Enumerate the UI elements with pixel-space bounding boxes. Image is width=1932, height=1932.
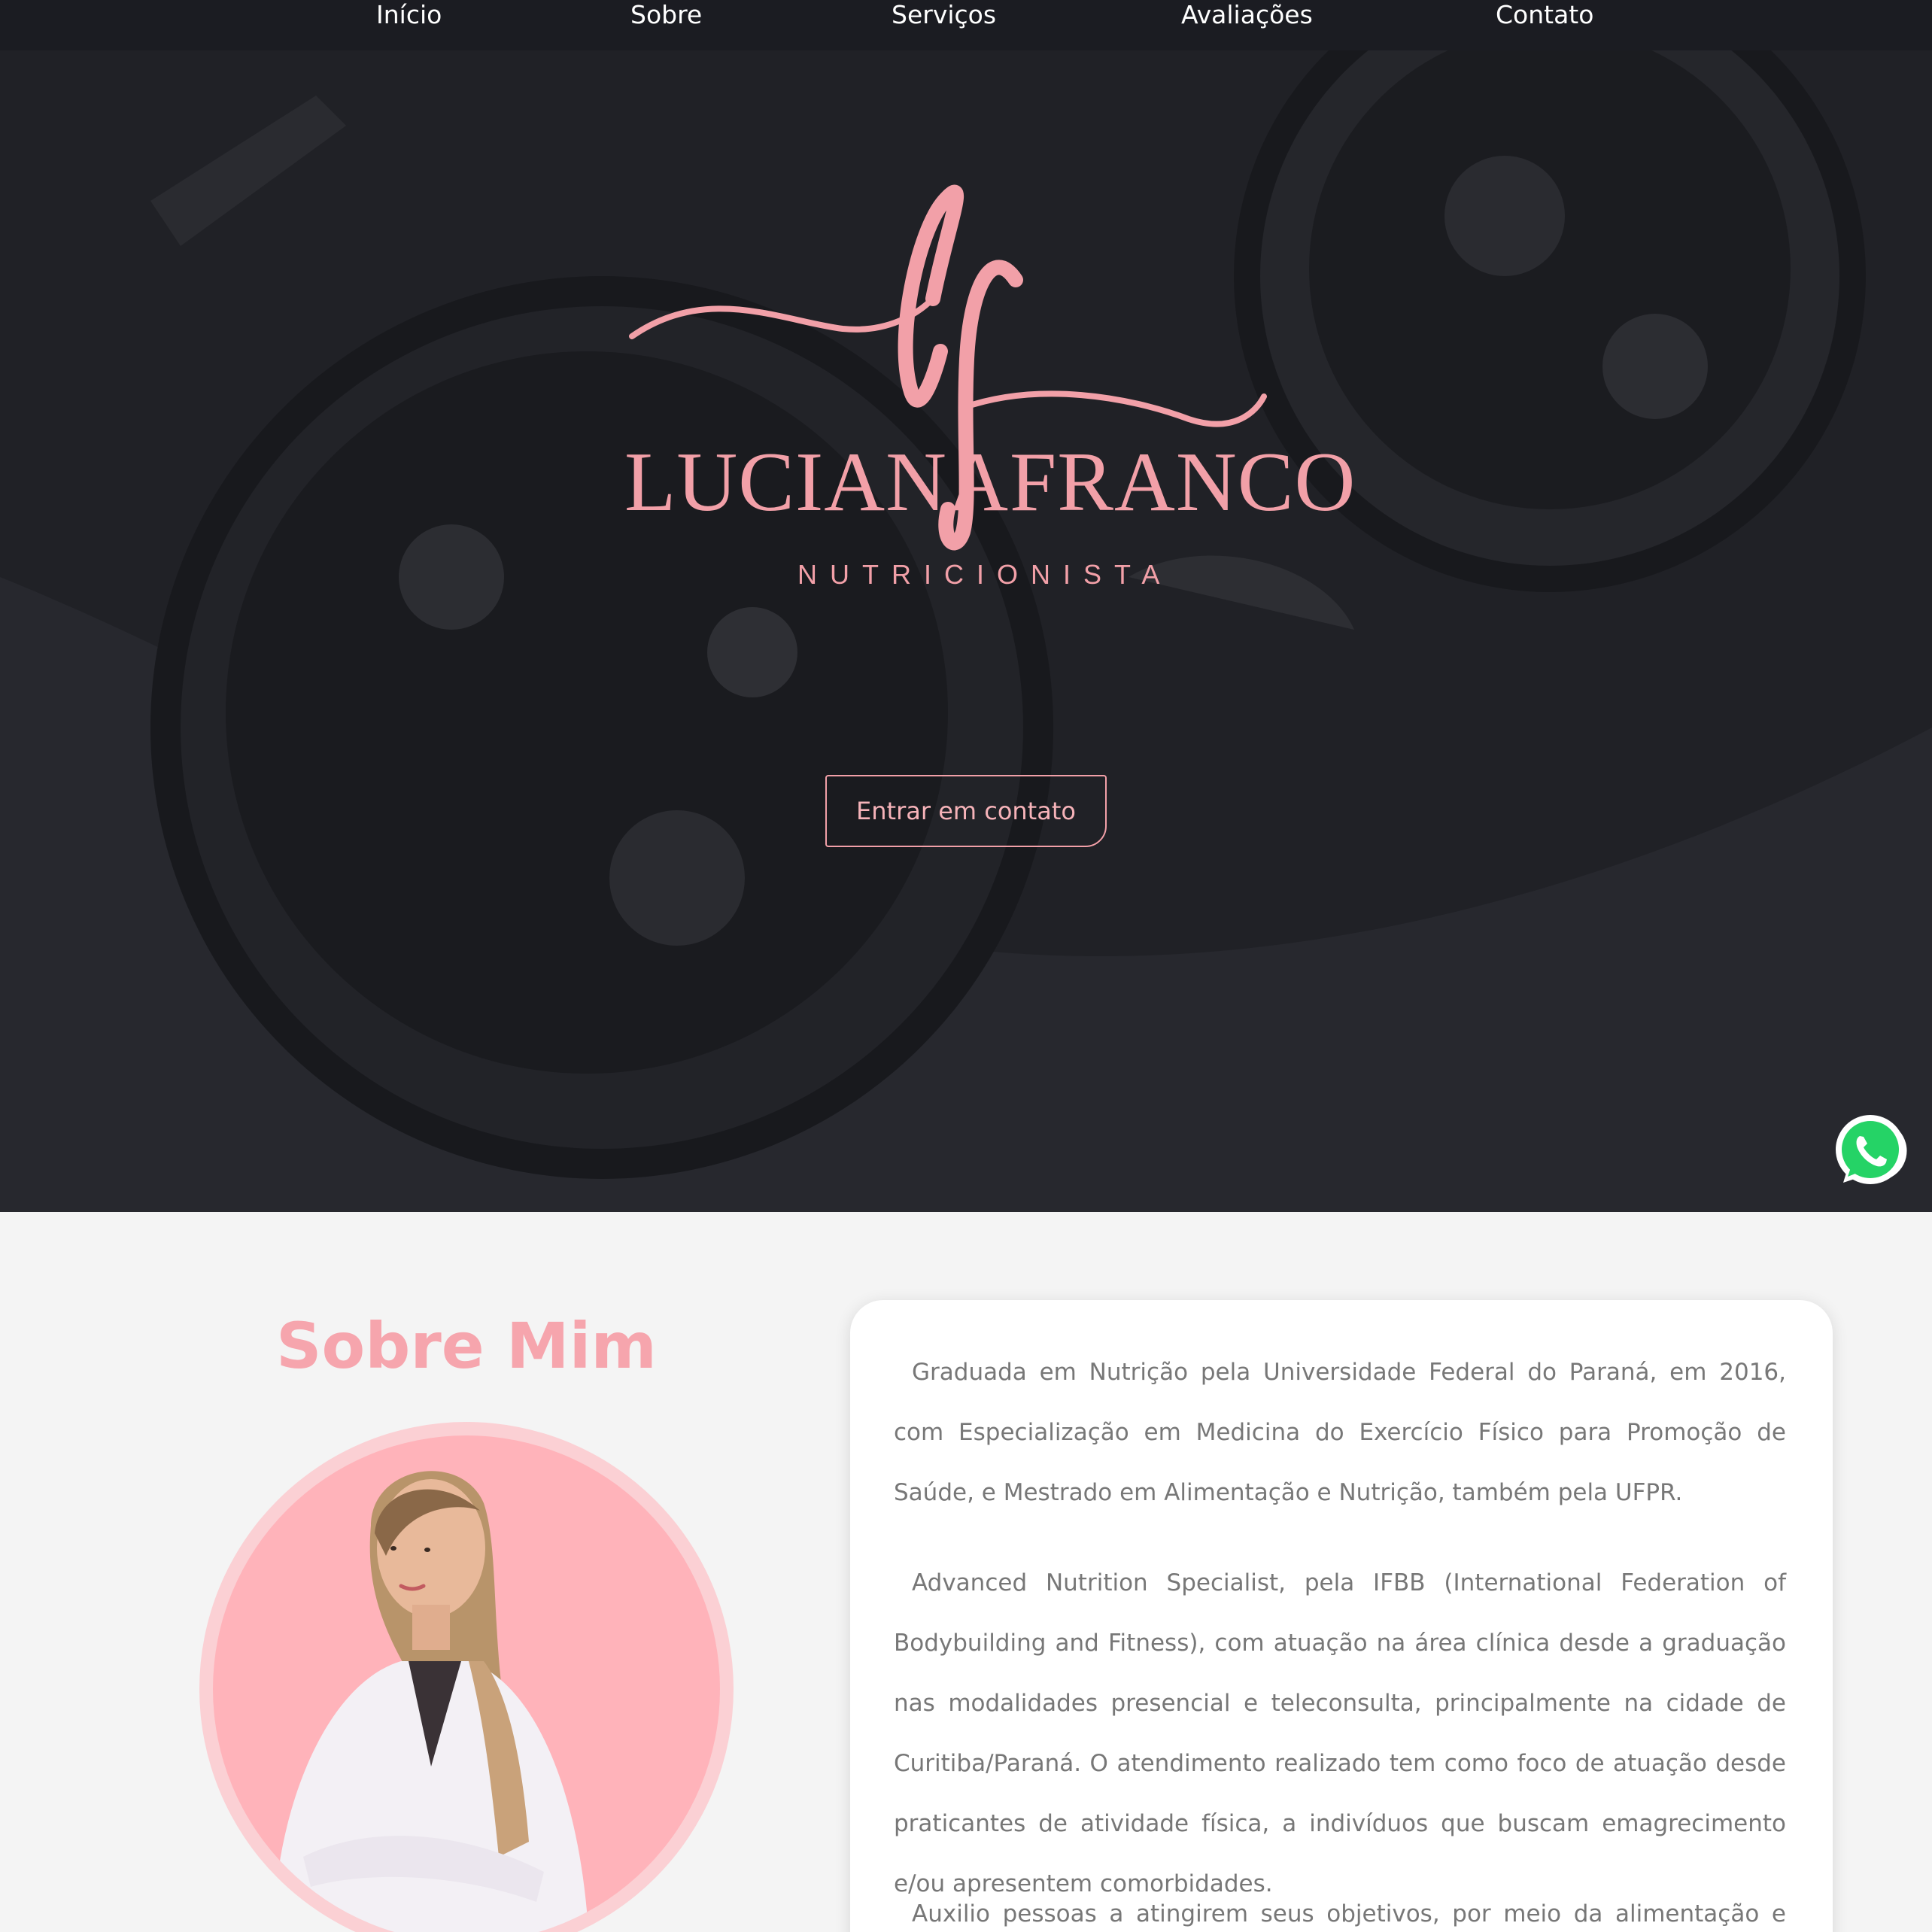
logo-last-name: FRANCO <box>1010 436 1356 529</box>
about-paragraph: Auxilio pessoas a atingirem seus objetiv… <box>912 1900 1786 1927</box>
hero-section: LUCIANA FRANCO NUTRICIONISTA Entrar em c… <box>0 50 1932 1212</box>
profile-photo-figure <box>273 1471 589 1932</box>
nav-item-servicos[interactable]: Serviços <box>892 0 996 50</box>
about-paragraph: Advanced Nutrition Specialist, pela IFBB… <box>894 1569 1786 1897</box>
top-navigation: Início Sobre Serviços Avaliações Contato <box>0 0 1932 50</box>
nav-item-sobre[interactable]: Sobre <box>630 0 702 50</box>
logo-first-name: LUCIANA <box>624 436 1009 529</box>
about-text-card: Graduada em Nutrição pela Universidade F… <box>850 1300 1833 1932</box>
nav-item-inicio[interactable]: Início <box>376 0 442 50</box>
brand-logo: LUCIANA FRANCO NUTRICIONISTA <box>617 133 1355 615</box>
whatsapp-button[interactable] <box>1833 1113 1908 1189</box>
whatsapp-icon <box>1836 1115 1907 1184</box>
about-title: Sobre Mim <box>276 1309 657 1383</box>
nav-item-contato[interactable]: Contato <box>1496 0 1593 50</box>
brand-monogram-icon <box>629 184 1267 551</box>
nav-item-avaliacoes[interactable]: Avaliações <box>1181 0 1313 50</box>
contact-cta-button[interactable]: Entrar em contato <box>825 775 1107 847</box>
about-paragraph: Graduada em Nutrição pela Universidade F… <box>894 1359 1786 1506</box>
logo-tagline: NUTRICIONISTA <box>797 559 1173 590</box>
profile-photo <box>199 1422 734 1932</box>
